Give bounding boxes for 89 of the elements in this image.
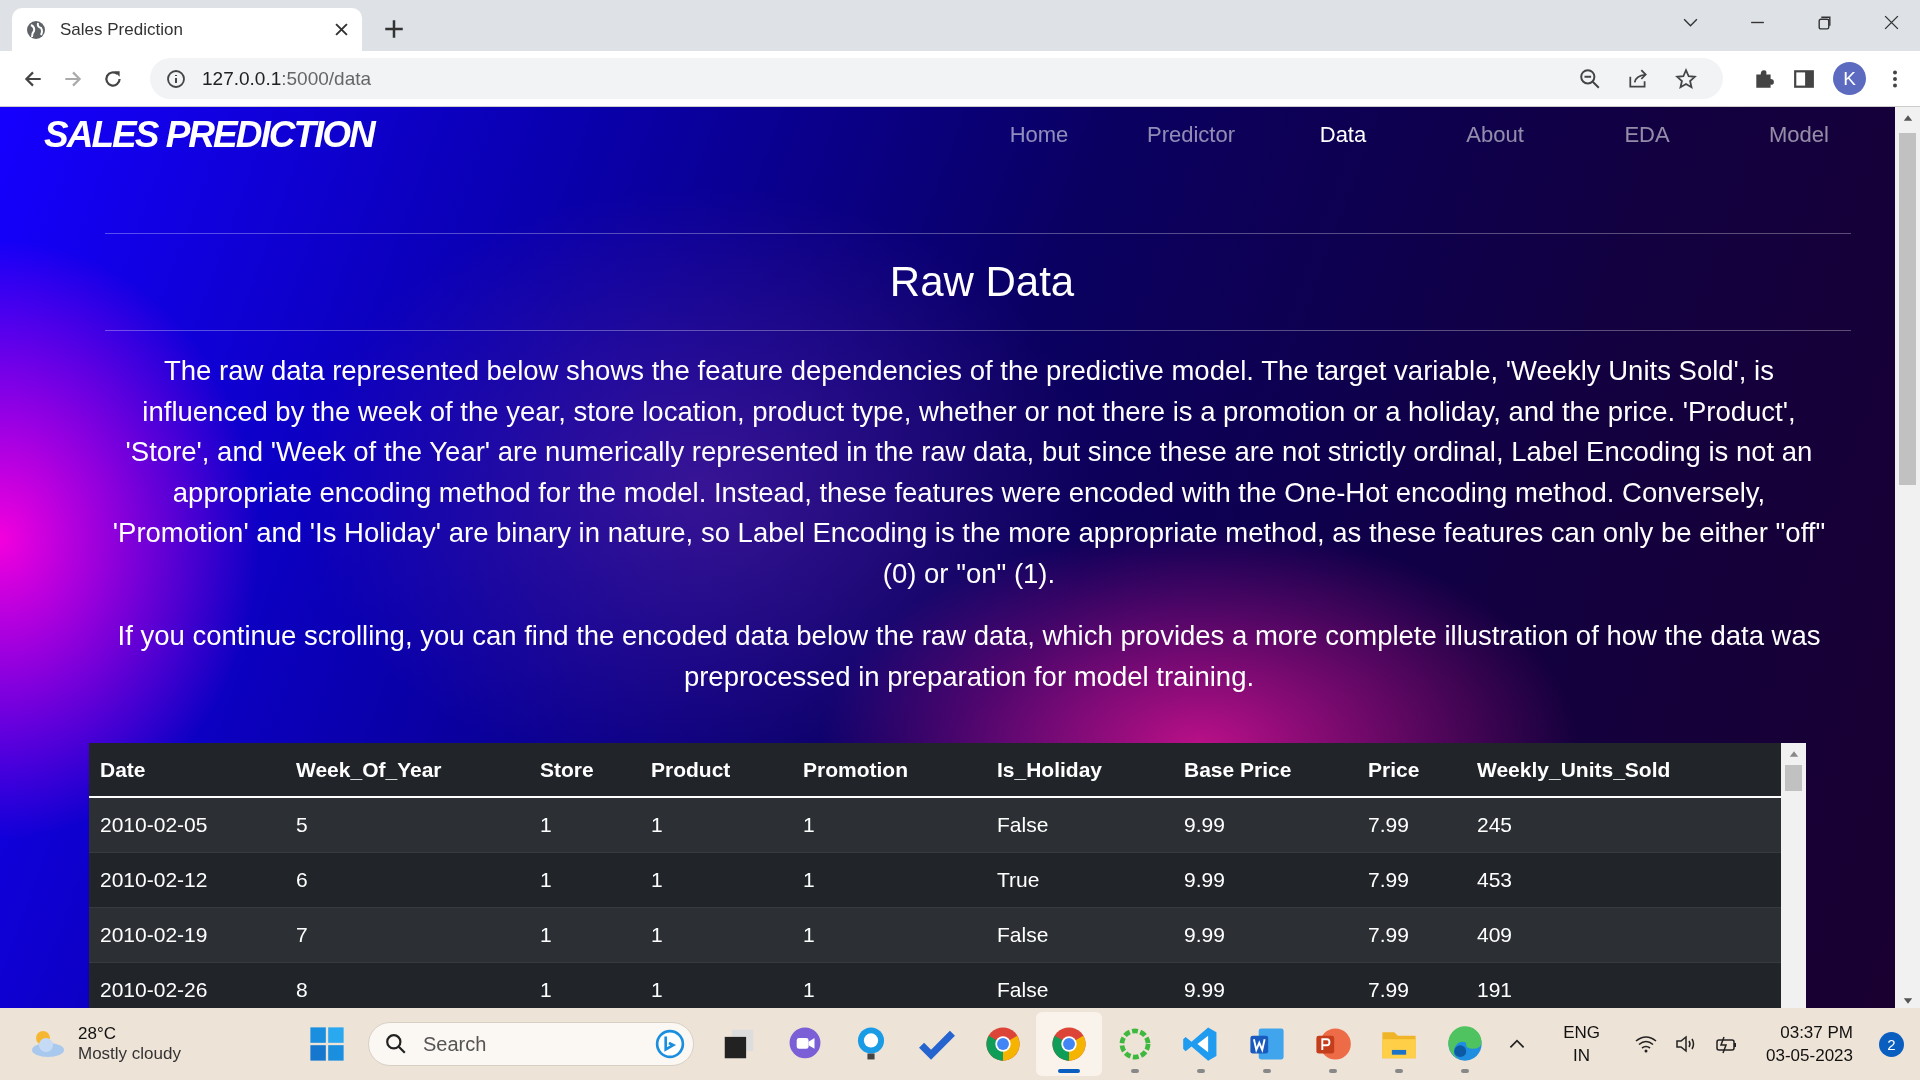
nav-link[interactable]: About xyxy=(1419,122,1571,148)
table-cell-text: 2010-02-05 xyxy=(100,813,209,837)
column-header: Week_Of_Year xyxy=(296,757,443,782)
table-cell-text: 409 xyxy=(1477,923,1514,947)
table-cell-text: 5 xyxy=(296,813,309,837)
wifi-icon[interactable] xyxy=(1634,1033,1659,1055)
description-paragraph: The raw data represented below shows the feature dependencies of the predictive model. The target variable, 'Weekly Units Sold', is influenced by the week of the year, store location, product type, whether or not there is a promotion or a holiday, and the price. 'Product', 'Store', and 'Week of the Year' are numerically represented in the raw data, but since these are not strictly ordinal, Label Encoding is not an appropriate encoding method for the model. Instead, these features were encoded with the One-Hot encoding method. Conversely, 'Promotion' and 'Is Holiday' are binary in nature, so Label Encoding is the more appropriate method, as these features can only be either "off" (0) or "on" (1). xyxy=(111,354,1827,591)
table-cell-text: 9.99 xyxy=(1184,813,1226,837)
zoom-out-icon[interactable] xyxy=(1579,67,1601,90)
table-cell-text: 1 xyxy=(540,978,553,1002)
search-icon xyxy=(385,1033,407,1055)
table-cell-text: 8 xyxy=(296,978,309,1002)
notification-badge[interactable]: 2 xyxy=(1879,1031,1904,1057)
table-cell-text: 1 xyxy=(803,923,816,947)
column-header: Promotion xyxy=(803,757,909,782)
table-cell-text: True xyxy=(997,868,1041,892)
page-scrollbar[interactable] xyxy=(1895,107,1920,1008)
share-icon[interactable] xyxy=(1627,67,1649,90)
page-heading: Raw Data xyxy=(888,258,1076,306)
table-cell-text: False xyxy=(997,978,1050,1002)
column-header: Price xyxy=(1368,757,1421,782)
table-cell-text: 2010-02-19 xyxy=(100,923,209,947)
bing-icon[interactable] xyxy=(655,1029,685,1059)
info-icon xyxy=(166,68,186,89)
profile-avatar[interactable]: K xyxy=(1833,62,1866,95)
column-header: Is_Holiday xyxy=(997,757,1104,782)
table-cell-text: 1 xyxy=(651,813,664,837)
temperature-text: 28°C xyxy=(78,1024,117,1044)
close-icon[interactable] xyxy=(335,23,348,36)
column-header: Product xyxy=(651,757,732,782)
table-cell-text: 7.99 xyxy=(1368,923,1410,947)
table-cell-text: False xyxy=(997,813,1050,837)
table-cell-text: 1 xyxy=(540,868,553,892)
table-cell-text: 7 xyxy=(296,923,309,947)
language-indicator[interactable]: ENG IN xyxy=(1563,1021,1601,1067)
tab-title: Sales Prediction xyxy=(60,19,184,40)
column-header: Store xyxy=(540,757,595,782)
scrollbar[interactable] xyxy=(1781,743,1806,1008)
scrollbar-thumb[interactable] xyxy=(1785,765,1802,791)
address-bar[interactable]: 127.0.0.1:5000/data xyxy=(150,58,1723,99)
restore-icon[interactable] xyxy=(1816,14,1833,31)
new-tab-icon[interactable] xyxy=(384,19,404,39)
side-panel-icon[interactable] xyxy=(1793,67,1815,90)
nav-link[interactable]: Model xyxy=(1723,122,1875,148)
browser-tab[interactable]: Sales Prediction xyxy=(12,8,362,51)
table-cell-text: 9.99 xyxy=(1184,978,1226,1002)
table-cell-text: 1 xyxy=(651,978,664,1002)
table-cell-text: 1 xyxy=(803,813,816,837)
site-logo[interactable]: SALES PREDICTION xyxy=(44,114,374,156)
table-cell-text: 1 xyxy=(540,813,553,837)
taskbar-search-field[interactable]: Search xyxy=(368,1022,694,1066)
table-cell-text: 7.99 xyxy=(1368,813,1410,837)
description-paragraph: If you continue scrolling, you can find the encoded data below the raw data, which provides a more complete illustration of how the data was preprocessed in preparation for model training. xyxy=(116,619,1822,694)
table-cell-text: 9.99 xyxy=(1184,868,1226,892)
windows-start-icon[interactable] xyxy=(308,1025,346,1063)
nav-link[interactable]: EDA xyxy=(1571,122,1723,148)
table-cell-text: False xyxy=(997,923,1050,947)
table-cell-text: 7.99 xyxy=(1368,978,1410,1002)
edge-icon[interactable] xyxy=(1446,1025,1484,1063)
table-cell-text: 245 xyxy=(1477,813,1514,837)
table-cell-text: 2010-02-12 xyxy=(100,868,209,892)
globe-icon xyxy=(26,19,46,40)
table-cell-text: 191 xyxy=(1477,978,1514,1002)
star-icon[interactable] xyxy=(1675,67,1697,90)
puzzle-icon[interactable] xyxy=(1753,67,1775,90)
column-header: Base Price xyxy=(1184,757,1293,782)
column-header: Weekly_Units_Sold xyxy=(1477,757,1672,782)
table-cell-text: 2010-02-26 xyxy=(100,978,209,1002)
table-cell-text: 1 xyxy=(651,868,664,892)
url-text: 127.0.0.1:5000/data xyxy=(202,67,372,90)
table-cell-text: 7.99 xyxy=(1368,868,1410,892)
table-cell-text: 9.99 xyxy=(1184,923,1226,947)
table-cell-text: 1 xyxy=(803,868,816,892)
column-header: Date xyxy=(100,757,147,782)
nav-link[interactable]: Predictor xyxy=(1115,122,1267,148)
close-icon[interactable] xyxy=(1883,14,1900,31)
table-cell-text: 453 xyxy=(1477,868,1514,892)
search-field[interactable]: Search xyxy=(421,1031,641,1057)
clock[interactable]: 03:37 PM 03-05-2023 xyxy=(1766,1021,1853,1067)
table-cell-text: 6 xyxy=(296,868,309,892)
nav-link[interactable]: Home xyxy=(963,122,1115,148)
weather-text: Mostly cloudy xyxy=(78,1044,181,1064)
chrome-icon[interactable] xyxy=(1050,1025,1088,1063)
table-cell-text: 1 xyxy=(651,923,664,947)
chrome-icon[interactable] xyxy=(984,1025,1022,1063)
table-cell-text: 1 xyxy=(540,923,553,947)
table-cell-text: 1 xyxy=(803,978,816,1002)
scrollbar-thumb[interactable] xyxy=(1899,133,1916,485)
nav-link[interactable]: Data xyxy=(1267,122,1419,148)
